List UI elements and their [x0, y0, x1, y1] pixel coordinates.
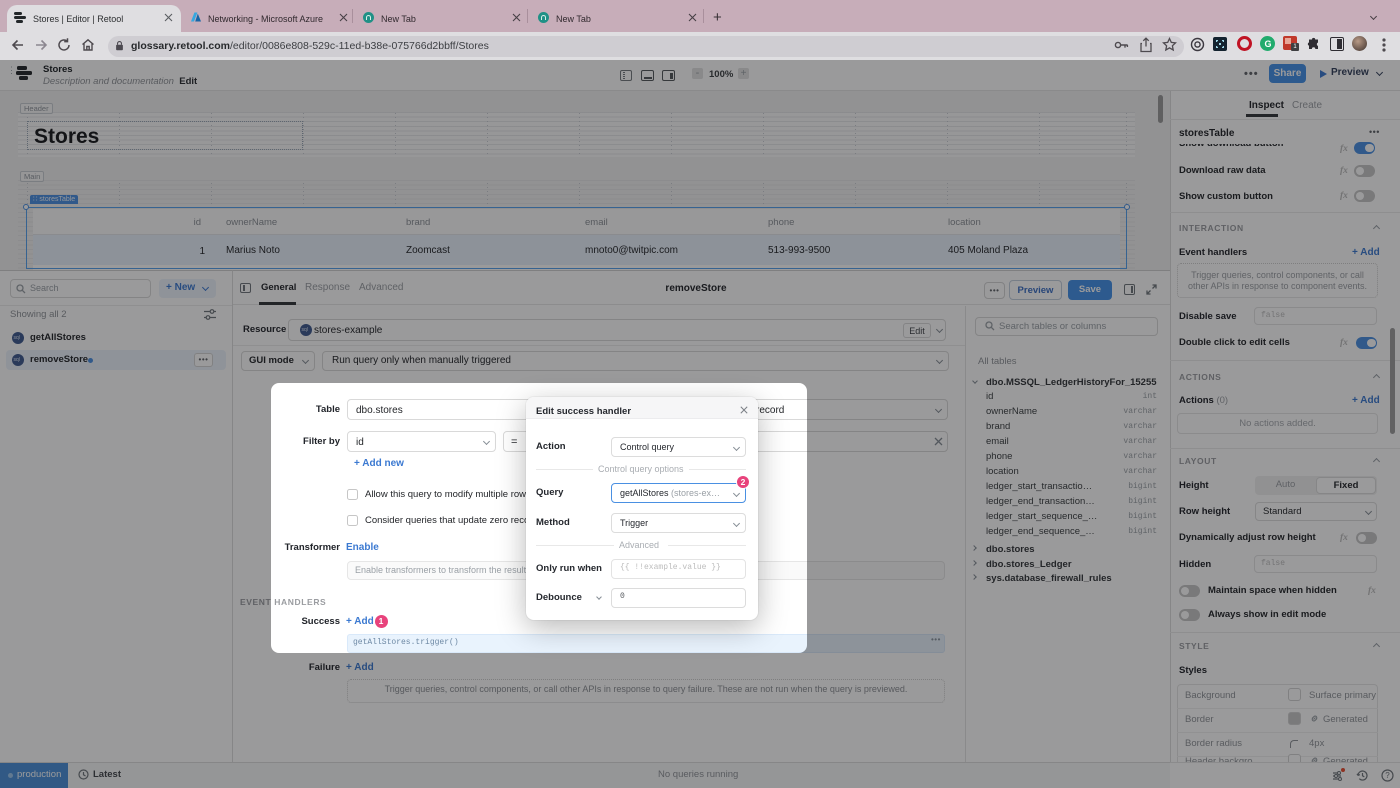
svg-text:?: ?: [1385, 771, 1390, 780]
